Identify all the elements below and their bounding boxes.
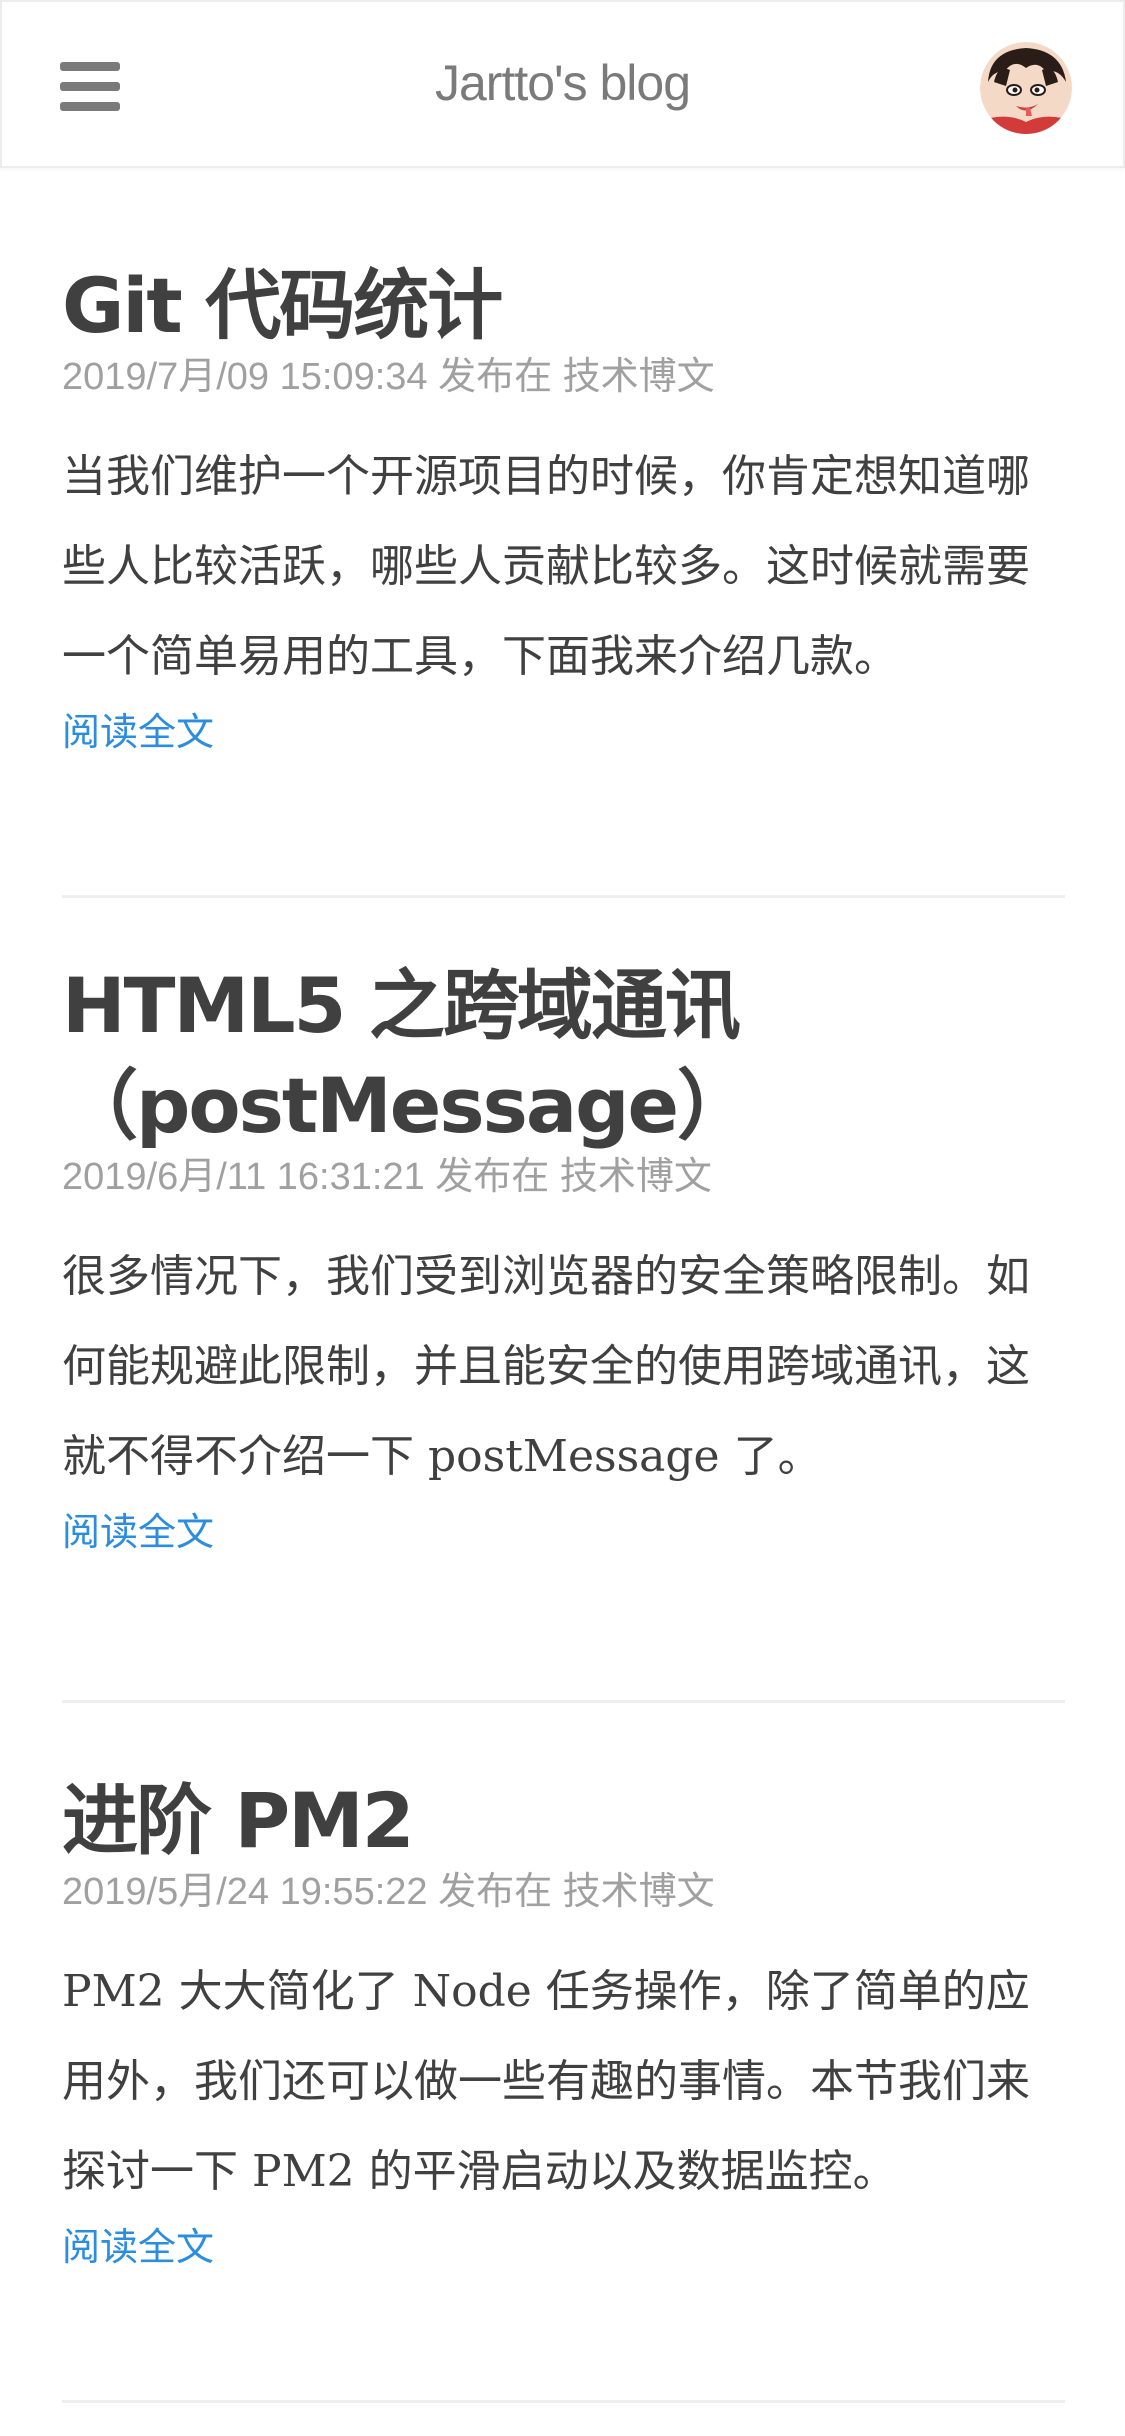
- post-list: Git 代码统计 2019/7月/09 15:09:34 发布在 技术博文 当我…: [62, 168, 1065, 2403]
- post-excerpt: 当我们维护一个开源项目的时候，你肯定想知道哪些人比较活跃，哪些人贡献比较多。这时…: [62, 451, 1030, 682]
- post-excerpt: PM2 大大简化了 Node 任务操作，除了简单的应用外，我们还可以做一些有趣的…: [62, 1966, 1030, 2197]
- site-title[interactable]: Jartto's blog: [2, 54, 1123, 112]
- post-meta: 2019/5月/24 19:55:22 发布在 技术博文: [62, 1867, 1065, 1917]
- avatar-icon: [980, 42, 1072, 134]
- post-title[interactable]: 进阶 PM2: [62, 1771, 1065, 1871]
- post-date: 2019/5月/24 19:55:22: [62, 1871, 428, 1913]
- top-bar: Jartto's blog: [0, 0, 1125, 168]
- post-date: 2019/7月/09 15:09:34: [62, 356, 428, 398]
- post-category-link[interactable]: 技术博文: [563, 1871, 715, 1913]
- post-meta: 2019/7月/09 15:09:34 发布在 技术博文: [62, 352, 1065, 402]
- post-published-label: 发布在: [438, 1871, 553, 1913]
- post-item: 进阶 PM2 2019/5月/24 19:55:22 发布在 技术博文 PM2 …: [62, 1703, 1065, 2403]
- post-published-label: 发布在: [438, 356, 553, 398]
- post-title[interactable]: Git 代码统计: [62, 256, 1065, 356]
- post-category-link[interactable]: 技术博文: [560, 1156, 712, 1198]
- post-item: HTML5 之跨域通讯（postMessage） 2019/6月/11 16:3…: [62, 898, 1065, 1703]
- post-category-link[interactable]: 技术博文: [563, 356, 715, 398]
- post-item: Git 代码统计 2019/7月/09 15:09:34 发布在 技术博文 当我…: [62, 168, 1065, 898]
- read-more-link[interactable]: 阅读全文: [62, 2223, 214, 2273]
- post-meta: 2019/6月/11 16:31:21 发布在 技术博文: [62, 1152, 1065, 1202]
- post-date: 2019/6月/11 16:31:21: [62, 1156, 425, 1198]
- post-title[interactable]: HTML5 之跨域通讯（postMessage）: [62, 956, 1065, 1156]
- post-excerpt: 很多情况下，我们受到浏览器的安全策略限制。如何能规避此限制，并且能安全的使用跨域…: [62, 1251, 1030, 1482]
- avatar[interactable]: [980, 42, 1072, 134]
- post-published-label: 发布在: [435, 1156, 550, 1198]
- read-more-link[interactable]: 阅读全文: [62, 708, 214, 758]
- read-more-link[interactable]: 阅读全文: [62, 1508, 214, 1558]
